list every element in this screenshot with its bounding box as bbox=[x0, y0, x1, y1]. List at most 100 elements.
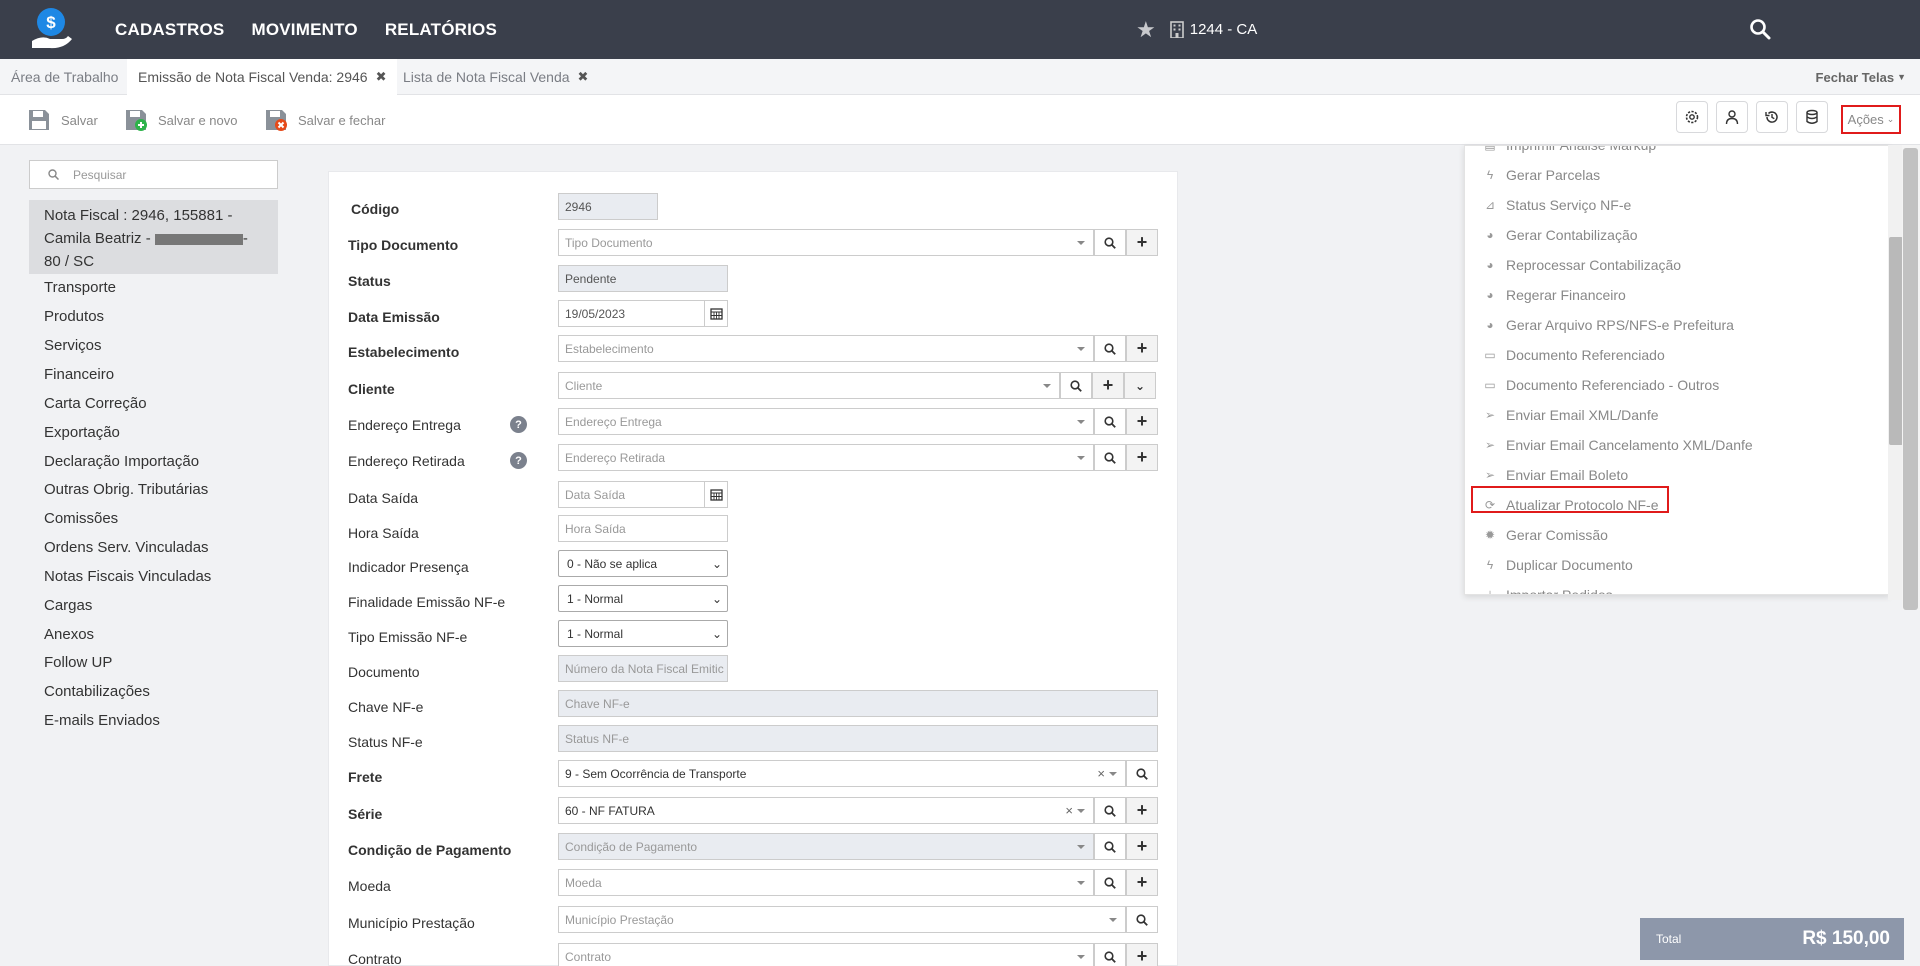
action-documento-referenciado[interactable]: ▭ Documento Referenciado bbox=[1465, 340, 1885, 370]
cliente-search-button[interactable] bbox=[1060, 372, 1092, 399]
company-selector[interactable]: 1244 - CA bbox=[1169, 21, 1257, 38]
indicador-presenca-select[interactable]: 0 - Não se aplica ⌄ bbox=[558, 550, 728, 577]
condicao-pagamento-search-button[interactable] bbox=[1094, 833, 1126, 860]
action-enviar-email-xml[interactable]: ➢ Enviar Email XML/Danfe bbox=[1465, 400, 1885, 430]
nav-item-follow-up[interactable]: Follow UP bbox=[44, 654, 112, 671]
record-summary[interactable]: Nota Fiscal : 2946, 155881 - Camila Beat… bbox=[29, 200, 278, 274]
frete-search-button[interactable] bbox=[1126, 760, 1158, 787]
action-gerar-comissao[interactable]: ✹ Gerar Comissão bbox=[1465, 520, 1885, 550]
action-gerar-parcelas[interactable]: ϟ Gerar Parcelas bbox=[1465, 160, 1885, 190]
nav-item-contabilizacoes[interactable]: Contabilizações bbox=[44, 683, 150, 700]
serie-add-button[interactable]: + bbox=[1126, 797, 1158, 824]
close-tab-icon[interactable]: ✖ bbox=[578, 69, 589, 85]
endereco-entrega-add-button[interactable]: + bbox=[1126, 408, 1158, 435]
history-button[interactable] bbox=[1756, 101, 1788, 133]
search-icon[interactable] bbox=[1749, 18, 1771, 40]
cliente-add-button[interactable]: + bbox=[1092, 372, 1124, 399]
save-button[interactable]: Salvar bbox=[27, 95, 98, 145]
chave-nfe-field[interactable]: Chave NF-e bbox=[558, 690, 1158, 717]
finalidade-select[interactable]: 1 - Normal ⌄ bbox=[558, 585, 728, 612]
calendar-button[interactable] bbox=[704, 300, 728, 327]
action-gerar-contabilizacao[interactable]: ◕ Gerar Contabilização bbox=[1465, 220, 1885, 250]
contrato-add-button[interactable]: + bbox=[1126, 943, 1158, 966]
save-new-button[interactable]: Salvar e novo bbox=[124, 95, 238, 145]
tipo-documento-add-button[interactable]: + bbox=[1126, 229, 1158, 256]
acoes-dropdown-button[interactable]: Ações ⌄ bbox=[1841, 105, 1901, 134]
user-button[interactable] bbox=[1716, 101, 1748, 133]
tab-lista-nota[interactable]: Lista de Nota Fiscal Venda ✖ bbox=[392, 59, 599, 95]
estabelecimento-select[interactable]: Estabelecimento bbox=[558, 335, 1094, 362]
estabelecimento-add-button[interactable]: + bbox=[1126, 335, 1158, 362]
nav-item-notas-vinculadas[interactable]: Notas Fiscais Vinculadas bbox=[44, 568, 211, 585]
endereco-retirada-add-button[interactable]: + bbox=[1126, 444, 1158, 471]
settings-button[interactable] bbox=[1676, 101, 1708, 133]
codigo-field[interactable]: 2946 bbox=[558, 193, 658, 220]
tipo-documento-select[interactable]: Tipo Documento bbox=[558, 229, 1094, 256]
close-tab-icon[interactable]: ✖ bbox=[376, 69, 387, 85]
municipio-select[interactable]: Município Prestação bbox=[558, 906, 1126, 933]
nav-item-declaracao-importacao[interactable]: Declaração Importação bbox=[44, 453, 199, 470]
favorite-star-icon[interactable]: ★ bbox=[1136, 17, 1156, 43]
menu-movimento[interactable]: MOVIMENTO bbox=[251, 20, 357, 40]
help-icon[interactable]: ? bbox=[510, 416, 527, 433]
action-reprocessar-contabilizacao[interactable]: ◕ Reprocessar Contabilização bbox=[1465, 250, 1885, 280]
action-imprimir-analise[interactable]: ▤ Imprimir Análise Markup bbox=[1465, 146, 1885, 160]
help-icon[interactable]: ? bbox=[510, 452, 527, 469]
dropdown-scrollbar-thumb[interactable] bbox=[1889, 237, 1903, 445]
action-gerar-rps[interactable]: ◕ Gerar Arquivo RPS/NFS-e Prefeitura bbox=[1465, 310, 1885, 340]
contrato-search-button[interactable] bbox=[1094, 943, 1126, 966]
nav-item-servicos[interactable]: Serviços bbox=[44, 337, 102, 354]
data-saida-input[interactable]: Data Saída bbox=[558, 481, 705, 508]
moeda-select[interactable]: Moeda bbox=[558, 869, 1094, 896]
moeda-search-button[interactable] bbox=[1094, 869, 1126, 896]
app-logo-icon[interactable]: $ bbox=[28, 5, 74, 51]
estabelecimento-search-button[interactable] bbox=[1094, 335, 1126, 362]
moeda-add-button[interactable]: + bbox=[1126, 869, 1158, 896]
nav-item-transporte[interactable]: Transporte bbox=[44, 279, 116, 296]
tab-area-trabalho[interactable]: Área de Trabalho bbox=[0, 59, 129, 95]
menu-cadastros[interactable]: CADASTROS bbox=[115, 20, 224, 40]
data-emissao-input[interactable]: 19/05/2023 bbox=[558, 300, 705, 327]
left-search-input[interactable]: Pesquisar bbox=[29, 160, 278, 189]
nav-item-financeiro[interactable]: Financeiro bbox=[44, 366, 114, 383]
documento-field[interactable]: Número da Nota Fiscal Emitic bbox=[558, 655, 728, 682]
close-all-tabs-button[interactable]: Fechar Telas ▼ bbox=[1816, 59, 1906, 95]
condicao-pagamento-add-button[interactable]: + bbox=[1126, 833, 1158, 860]
nav-item-exportacao[interactable]: Exportação bbox=[44, 424, 120, 441]
nav-item-comissoes[interactable]: Comissões bbox=[44, 510, 118, 527]
status-nfe-field[interactable]: Status NF-e bbox=[558, 725, 1158, 752]
clear-icon[interactable]: × bbox=[1097, 766, 1105, 781]
cliente-expand-button[interactable]: ⌄ bbox=[1124, 372, 1156, 399]
calendar-button[interactable] bbox=[704, 481, 728, 508]
tab-emissao-nota[interactable]: Emissão de Nota Fiscal Venda: 2946 ✖ bbox=[127, 59, 398, 95]
endereco-entrega-search-button[interactable] bbox=[1094, 408, 1126, 435]
action-status-servico[interactable]: ⊿ Status Serviço NF-e bbox=[1465, 190, 1885, 220]
action-duplicar-documento[interactable]: ϟ Duplicar Documento bbox=[1465, 550, 1885, 580]
condicao-pagamento-select[interactable]: Condição de Pagamento bbox=[558, 833, 1094, 860]
action-documento-referenciado-outros[interactable]: ▭ Documento Referenciado - Outros bbox=[1465, 370, 1885, 400]
save-close-button[interactable]: Salvar e fechar bbox=[264, 95, 385, 145]
nav-item-outras-obrig[interactable]: Outras Obrig. Tributárias bbox=[44, 481, 208, 498]
action-importar-pedidos[interactable]: ⤓ Importar Pedidos bbox=[1465, 580, 1885, 594]
serie-select[interactable]: 60 - NF FATURA × bbox=[558, 797, 1094, 824]
nav-item-produtos[interactable]: Produtos bbox=[44, 308, 104, 325]
contrato-select[interactable]: Contrato bbox=[558, 943, 1094, 966]
endereco-retirada-select[interactable]: Endereço Retirada bbox=[558, 444, 1094, 471]
clear-icon[interactable]: × bbox=[1065, 803, 1073, 818]
tipo-documento-search-button[interactable] bbox=[1094, 229, 1126, 256]
nav-item-emails-enviados[interactable]: E-mails Enviados bbox=[44, 712, 160, 729]
tipo-emissao-select[interactable]: 1 - Normal ⌄ bbox=[558, 620, 728, 647]
frete-select[interactable]: 9 - Sem Ocorrência de Transporte × bbox=[558, 760, 1126, 787]
nav-item-carta-correcao[interactable]: Carta Correção bbox=[44, 395, 147, 412]
serie-search-button[interactable] bbox=[1094, 797, 1126, 824]
endereco-entrega-select[interactable]: Endereço Entrega bbox=[558, 408, 1094, 435]
nav-item-ordens-serv[interactable]: Ordens Serv. Vinculadas bbox=[44, 539, 209, 556]
cliente-select[interactable]: Cliente bbox=[558, 372, 1060, 399]
database-button[interactable] bbox=[1796, 101, 1828, 133]
page-scrollbar-thumb[interactable] bbox=[1903, 148, 1918, 610]
menu-relatorios[interactable]: RELATÓRIOS bbox=[385, 20, 497, 40]
nav-item-cargas[interactable]: Cargas bbox=[44, 597, 92, 614]
endereco-retirada-search-button[interactable] bbox=[1094, 444, 1126, 471]
nav-item-anexos[interactable]: Anexos bbox=[44, 626, 94, 643]
hora-saida-input[interactable]: Hora Saída bbox=[558, 515, 728, 542]
